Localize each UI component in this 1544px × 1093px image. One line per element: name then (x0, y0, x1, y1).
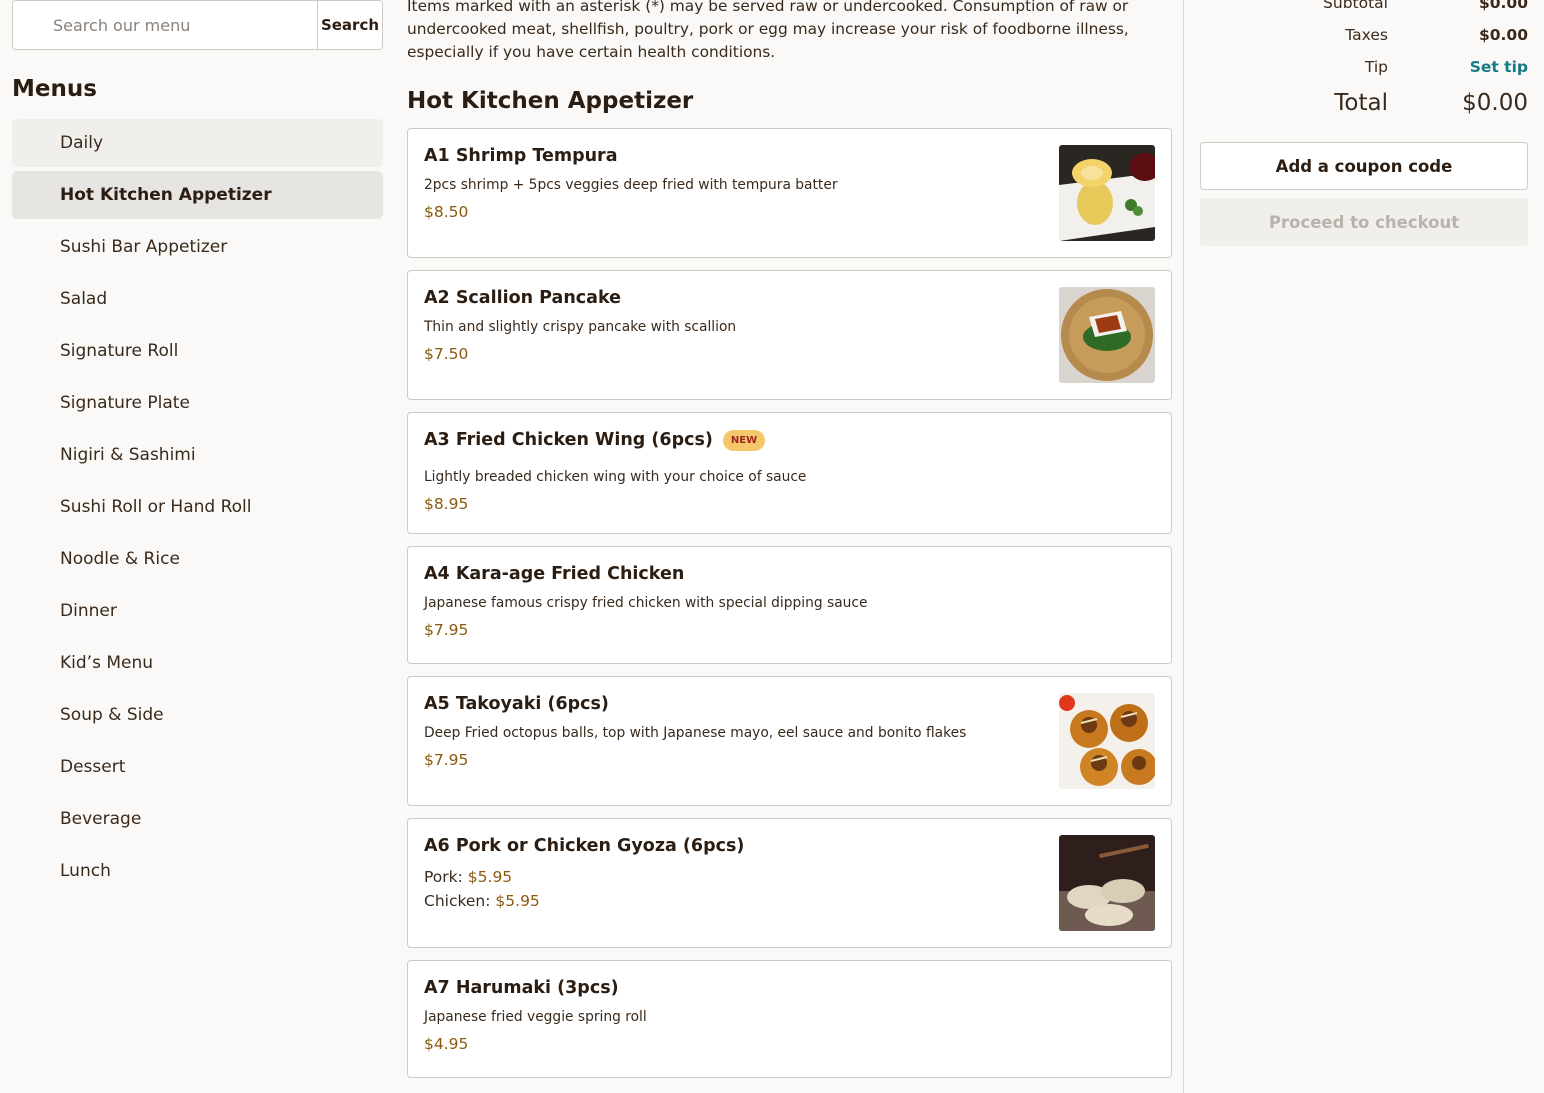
section-title: Hot Kitchen Appetizer (407, 88, 694, 114)
menu-item-card[interactable]: A2 Scallion Pancake Thin and slightly cr… (407, 270, 1172, 400)
item-photo (1059, 693, 1155, 789)
panel-divider (1183, 0, 1184, 1093)
item-description: Lightly breaded chicken wing with your c… (424, 469, 807, 485)
price-option-pork: Pork: $5.95 (424, 868, 1155, 892)
item-photo (1059, 835, 1155, 931)
menu-item-kids-menu[interactable]: Kid’s Menu (12, 639, 383, 687)
subtotal-value: $0.00 (1478, 0, 1528, 12)
option-label: Chicken: (424, 892, 491, 910)
add-coupon-button[interactable]: Add a coupon code (1200, 142, 1528, 190)
menu-item-lunch[interactable]: Lunch (12, 847, 383, 895)
item-title: A2 Scallion Pancake (424, 288, 622, 308)
menu-item-sushi-bar-appetizer[interactable]: Sushi Bar Appetizer (12, 223, 383, 271)
menu-item-card[interactable]: A7 Harumaki (3pcs) Japanese fried veggie… (407, 960, 1172, 1078)
menu-item-salad[interactable]: Salad (12, 275, 383, 323)
item-price: $7.95 (424, 621, 469, 639)
menu-item-card[interactable]: A5 Takoyaki (6pcs) Deep Fried octopus ba… (407, 676, 1172, 806)
price-option-chicken: Chicken: $5.95 (424, 892, 1155, 916)
menu-item-nigiri-sashimi[interactable]: Nigiri & Sashimi (12, 431, 383, 479)
menu-item-dinner[interactable]: Dinner (12, 587, 383, 635)
menu-item-card[interactable]: A1 Shrimp Tempura 2pcs shrimp + 5pcs veg… (407, 128, 1172, 258)
item-title: A4 Kara-age Fried Chicken (424, 564, 685, 584)
search-input[interactable] (13, 1, 317, 49)
menu-item-hot-kitchen-appetizer[interactable]: Hot Kitchen Appetizer (12, 171, 383, 219)
item-price: $8.50 (424, 203, 469, 221)
subtotal-row: Subtotal $0.00 (1200, 0, 1528, 14)
taxes-row: Taxes $0.00 (1200, 26, 1528, 46)
menu-item-dessert[interactable]: Dessert (12, 743, 383, 791)
menu-item-sushi-roll-hand-roll[interactable]: Sushi Roll or Hand Roll (12, 483, 383, 531)
menu-item-card[interactable]: A6 Pork or Chicken Gyoza (6pcs) Pork: $5… (407, 818, 1172, 948)
menu-item-beverage[interactable]: Beverage (12, 795, 383, 843)
option-label: Pork: (424, 868, 463, 886)
total-row: Total $0.00 (1200, 90, 1528, 120)
taxes-label: Taxes (1345, 26, 1388, 44)
menu-content: Items marked with an asterisk (*) may be… (407, 0, 1172, 1090)
item-title: A5 Takoyaki (6pcs) (424, 694, 609, 714)
item-description: Japanese famous crispy fried chicken wit… (424, 595, 868, 611)
item-title: A1 Shrimp Tempura (424, 146, 618, 166)
total-label: Total (1334, 90, 1388, 116)
menu-item-noodle-rice[interactable]: Noodle & Rice (12, 535, 383, 583)
proceed-to-checkout-button[interactable]: Proceed to checkout (1200, 198, 1528, 246)
item-photo (1059, 145, 1155, 241)
search-bar: Search (12, 0, 383, 50)
item-title: A3 Fried Chicken Wing (6pcs) (424, 430, 713, 450)
new-badge: NEW (722, 429, 766, 451)
option-price: $5.95 (495, 892, 540, 910)
menu-item-signature-roll[interactable]: Signature Roll (12, 327, 383, 375)
item-description: Deep Fried octopus balls, top with Japan… (424, 725, 967, 741)
total-value: $0.00 (1462, 90, 1528, 116)
menu-item-card[interactable]: A3 Fried Chicken Wing (6pcs) NEW Lightly… (407, 412, 1172, 534)
item-title: A7 Harumaki (3pcs) (424, 978, 619, 998)
menu-category-list: Daily Hot Kitchen Appetizer Sushi Bar Ap… (12, 119, 383, 895)
set-tip-link[interactable]: Set tip (1470, 58, 1528, 76)
subtotal-label: Subtotal (1323, 0, 1388, 12)
raw-food-notice: Items marked with an asterisk (*) may be… (407, 0, 1129, 61)
tip-label: Tip (1364, 58, 1388, 76)
menu-item-daily[interactable]: Daily (12, 119, 383, 167)
item-photo (1059, 287, 1155, 383)
item-description: 2pcs shrimp + 5pcs veggies deep fried wi… (424, 177, 838, 193)
item-title: A6 Pork or Chicken Gyoza (6pcs) (424, 836, 745, 856)
tip-row: Tip Set tip (1200, 58, 1528, 78)
item-price: $4.95 (424, 1035, 469, 1053)
menu-item-signature-plate[interactable]: Signature Plate (12, 379, 383, 427)
search-button[interactable]: Search (317, 1, 382, 49)
item-price: $7.50 (424, 345, 469, 363)
menu-item-card[interactable]: A4 Kara-age Fried Chicken Japanese famou… (407, 546, 1172, 664)
menu-item-soup-side[interactable]: Soup & Side (12, 691, 383, 739)
item-price: $7.95 (424, 751, 469, 769)
item-price-options: Pork: $5.95 Chicken: $5.95 (424, 868, 1155, 916)
menus-heading: Menus (12, 76, 97, 102)
menu-sidebar: Search Menus Daily Hot Kitchen Appetizer… (12, 0, 383, 899)
item-price: $8.95 (424, 495, 469, 513)
option-price: $5.95 (467, 868, 513, 886)
item-description: Thin and slightly crispy pancake with sc… (424, 319, 737, 335)
taxes-value: $0.00 (1478, 26, 1528, 44)
item-description: Japanese fried veggie spring roll (424, 1009, 647, 1025)
